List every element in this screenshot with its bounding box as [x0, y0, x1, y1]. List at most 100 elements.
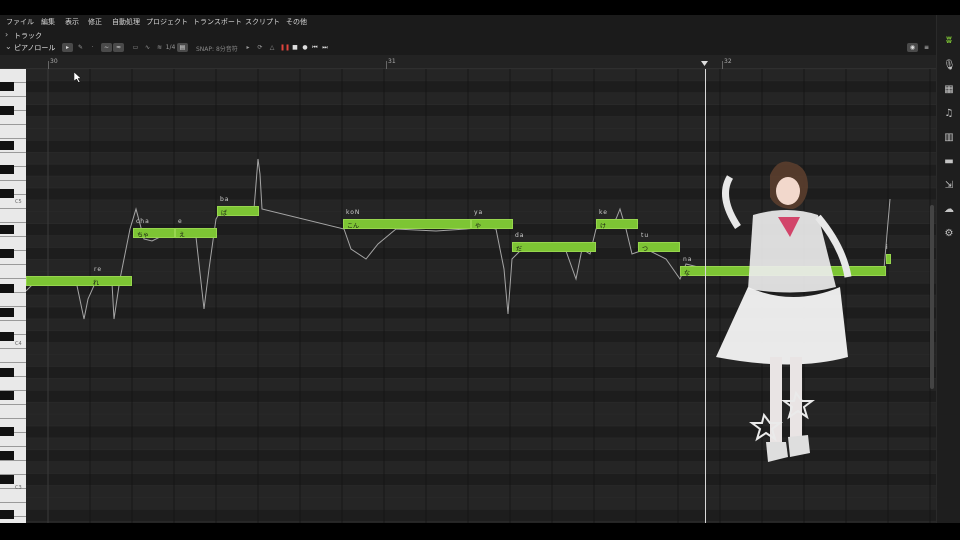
white-key[interactable] — [0, 265, 26, 279]
white-key[interactable] — [0, 377, 26, 391]
eraser-tool-icon[interactable]: · — [88, 43, 97, 52]
note-lyric: え — [179, 232, 186, 239]
white-key[interactable] — [0, 125, 26, 139]
microphone-icon[interactable]: 🎙 — [943, 60, 956, 72]
black-key[interactable] — [0, 248, 14, 258]
pitch-line-tool-icon[interactable]: ∼ — [101, 43, 112, 52]
pencil-tool-icon[interactable]: ✎ — [75, 43, 86, 52]
black-key[interactable] — [0, 474, 14, 484]
octave-label: C4 — [15, 341, 22, 347]
loop-icon[interactable]: ⟳ — [255, 43, 265, 52]
note-view-icon[interactable]: ▭ — [130, 43, 141, 52]
black-key[interactable] — [0, 367, 14, 377]
right-sidebar: ʬ 🎙 ▦ ♫ ▥ ▬ ⇲ ☁ ⚙ — [936, 15, 960, 523]
menu-modify[interactable]: 修正 — [88, 17, 102, 27]
menu-transport[interactable]: トランスポート — [193, 17, 242, 27]
note-ya[interactable]: や — [471, 219, 513, 230]
bar-tick — [386, 61, 387, 69]
chevron-down-icon[interactable]: ⌄ — [5, 42, 12, 51]
note-e[interactable]: え — [175, 228, 217, 239]
black-key[interactable] — [0, 450, 14, 460]
library-icon[interactable]: ▥ — [943, 132, 955, 144]
black-key[interactable] — [0, 165, 14, 175]
octave-label: C5 — [15, 199, 22, 205]
stop-icon[interactable]: ■ — [291, 43, 299, 52]
pitch-lane — [26, 497, 936, 510]
black-key[interactable] — [0, 308, 14, 317]
black-key[interactable] — [0, 81, 14, 91]
note-lyric: れ — [93, 280, 100, 287]
note-i[interactable] — [886, 254, 891, 264]
record-icon[interactable]: ● — [301, 43, 309, 52]
pitch-lane — [26, 92, 936, 105]
note-koN[interactable]: こん — [343, 219, 471, 230]
pitch-lane — [26, 509, 936, 522]
gear-icon[interactable]: ⚙ — [943, 228, 955, 240]
quantize-button[interactable]: 1/4 — [165, 43, 176, 52]
pitch-view-icon[interactable]: ∿ — [142, 43, 153, 52]
note-cha[interactable]: ちゃ — [133, 228, 175, 239]
vertical-scrollbar[interactable] — [930, 205, 934, 389]
waveform-view-icon[interactable]: ≋ — [154, 43, 165, 52]
bar-tick — [48, 61, 49, 69]
white-key[interactable] — [0, 209, 26, 223]
logo-icon[interactable]: ʬ — [943, 35, 955, 47]
pause-icon[interactable]: ❚❚ — [280, 43, 290, 52]
black-key[interactable] — [0, 284, 14, 294]
playhead-line[interactable] — [705, 69, 706, 523]
keyboard-icon[interactable]: ▤ — [177, 43, 188, 52]
note-ba[interactable]: ば — [217, 206, 259, 217]
note-ke[interactable]: け — [596, 219, 638, 230]
music-note-icon[interactable]: ♫ — [943, 108, 955, 120]
metronome-icon[interactable]: △ — [267, 43, 277, 52]
black-key[interactable] — [0, 189, 14, 198]
menu-project[interactable]: プロジェクト — [146, 17, 188, 27]
white-key[interactable] — [0, 461, 26, 475]
chevron-right-icon[interactable]: › — [5, 30, 8, 39]
select-tool-icon[interactable]: ▸ — [62, 43, 73, 52]
skip-forward-icon[interactable]: ⏭ — [321, 43, 329, 52]
pitch-lane — [26, 140, 936, 153]
black-key[interactable] — [0, 105, 14, 115]
white-key[interactable] — [0, 405, 26, 419]
pianoroll-panel-label: ピアノロール — [14, 44, 56, 52]
menu-view[interactable]: 表示 — [65, 17, 79, 27]
book-icon[interactable]: ▬ — [943, 156, 955, 168]
menu-script[interactable]: スクリプト — [245, 17, 280, 27]
bar-number: 30 — [50, 58, 58, 65]
menu-icon[interactable]: ≡ — [922, 43, 931, 52]
pitch-lane — [26, 116, 936, 129]
black-key[interactable] — [0, 141, 14, 151]
export-icon[interactable]: ⇲ — [943, 180, 955, 192]
pitch-curve-tool-icon[interactable]: ≈ — [113, 43, 124, 52]
menu-file[interactable]: ファイル — [6, 17, 34, 27]
menu-auto-process[interactable]: 自動処理 — [112, 17, 140, 27]
white-key[interactable] — [0, 489, 26, 503]
bar-number: 31 — [388, 58, 396, 65]
white-key[interactable] — [0, 69, 26, 83]
note-phoneme: na — [683, 256, 693, 263]
black-key[interactable] — [0, 427, 14, 436]
black-key[interactable] — [0, 224, 14, 234]
black-key[interactable] — [0, 391, 14, 401]
cloud-download-icon[interactable]: ☁ — [943, 204, 955, 216]
note-tu[interactable]: つ — [638, 242, 680, 253]
skip-back-icon[interactable]: ⏮ — [311, 43, 319, 52]
black-key[interactable] — [0, 510, 14, 520]
white-key[interactable] — [0, 349, 26, 363]
black-key[interactable] — [0, 331, 14, 341]
note-re[interactable]: れ — [26, 276, 132, 287]
camera-icon[interactable]: ◉ — [907, 43, 918, 52]
white-key[interactable] — [0, 293, 26, 307]
note-da[interactable]: だ — [512, 242, 596, 253]
menu-other[interactable]: その他 — [286, 17, 307, 27]
timeline-ruler[interactable]: 30 31 32 — [0, 55, 936, 69]
note-phoneme: re — [94, 266, 103, 273]
clapperboard-icon[interactable]: ▦ — [943, 84, 955, 96]
piano-keyboard[interactable]: C5 C4 C3 — [0, 69, 26, 523]
pianoroll-toolbar: ⌄ ピアノロール ▸ ✎ · ∼ ≈ ▭ ∿ ≋ 1/4 ▤ SNAP: 8分音… — [0, 41, 936, 54]
menu-edit[interactable]: 編集 — [41, 17, 55, 27]
snap-label[interactable]: SNAP: 8分音符 — [196, 44, 238, 53]
playhead-marker-icon[interactable] — [701, 61, 708, 67]
playhead-follow-icon[interactable]: ▸ — [243, 43, 253, 52]
